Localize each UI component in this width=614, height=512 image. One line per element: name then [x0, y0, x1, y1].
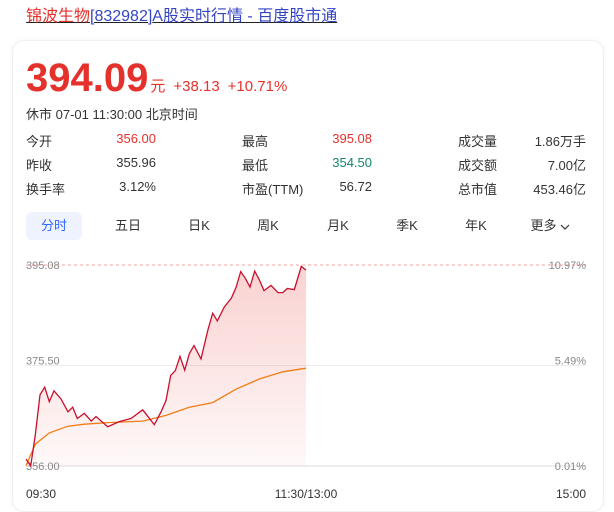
stat-value: 354.50 [332, 155, 372, 170]
stock-name: 锦波生物 [26, 8, 91, 25]
tab-label: 日K [188, 218, 210, 233]
tab-6[interactable]: 年K [452, 212, 500, 240]
tab-7[interactable]: 更多 [526, 212, 574, 240]
stock-code: [832982] [90, 8, 153, 25]
stat-label: 总市值 [458, 182, 498, 197]
stat-value: 7.00亿 [547, 158, 586, 173]
y-tick-left: 395.08 [26, 260, 60, 272]
y-tick-right: 0.01% [555, 461, 586, 473]
current-price: 394.09 [26, 56, 149, 100]
tab-1[interactable]: 五日 [104, 212, 152, 240]
tab-label: 月K [327, 218, 349, 233]
tab-label: 五日 [114, 218, 141, 233]
stat-value: 56.72 [339, 179, 372, 194]
stat-label: 今开 [26, 134, 53, 149]
price-change: +38.13 [173, 78, 220, 95]
price-area [26, 266, 306, 466]
status-timezone: 北京时间 [145, 107, 198, 122]
stat-value: 395.08 [332, 131, 372, 146]
y-tick-left: 375.50 [26, 356, 60, 368]
price-change-percent: +10.71% [227, 78, 288, 95]
x-tick-label: 09:30 [26, 487, 56, 501]
tab-label: 周K [257, 218, 279, 233]
tab-4[interactable]: 月K [314, 212, 362, 240]
market-status: 休市 07-01 11:30:00 北京时间 [26, 104, 198, 123]
tab-2[interactable]: 日K [175, 212, 223, 240]
tab-0[interactable]: 分时 [26, 212, 82, 240]
stat-label: 换手率 [26, 182, 66, 197]
tab-label: 季K [396, 218, 418, 233]
x-tick-label: 11:30/13:00 [275, 487, 338, 501]
status-text: 休市 [26, 107, 53, 122]
y-tick-right: 5.49% [555, 356, 586, 368]
tab-label: 更多 [530, 218, 557, 233]
tab-label: 年K [465, 218, 487, 233]
y-tick-right: 10.97% [549, 260, 587, 272]
stat-label: 昨收 [26, 158, 53, 173]
price-unit: 元 [150, 78, 166, 95]
period-tabs: 分时 五日 日K 周K 月K 季K 年K 更多 [26, 212, 586, 240]
stats-grid: 今开 356.00 最高 395.08 成交量 1.86万手昨收 355.96 最低 354.5… [26, 131, 586, 201]
intraday-chart: 395.08375.50356.0010.97%5.49%0.01% 09:30… [25, 260, 587, 501]
stat-value: 453.46亿 [533, 182, 586, 197]
stat-value: 356.00 [116, 131, 156, 146]
stat-label: 成交额 [458, 158, 498, 173]
stat-value: 1.86万手 [534, 134, 586, 149]
tab-label: 分时 [40, 218, 67, 233]
stat-value: 355.96 [116, 155, 156, 170]
stat-value: 3.12% [119, 179, 156, 194]
stat-label: 市盈(TTM) [242, 182, 304, 197]
tab-5[interactable]: 季K [383, 212, 431, 240]
price-row: 394.09 元 +38.13 +10.71% [26, 56, 287, 101]
stat-label: 最高 [242, 134, 269, 149]
stat-label: 最低 [242, 158, 269, 173]
stat-label: 成交量 [458, 134, 498, 149]
chevron-down-icon [557, 218, 570, 233]
page-title-link[interactable]: 锦波生物[832982]A股实时行情 - 百度股市通 [26, 7, 337, 27]
x-tick-label: 15:00 [556, 487, 586, 501]
title-suffix: A股实时行情 - 百度股市通 [152, 8, 338, 25]
tab-3[interactable]: 周K [244, 212, 292, 240]
status-datetime: 07-01 11:30:00 [55, 107, 143, 122]
